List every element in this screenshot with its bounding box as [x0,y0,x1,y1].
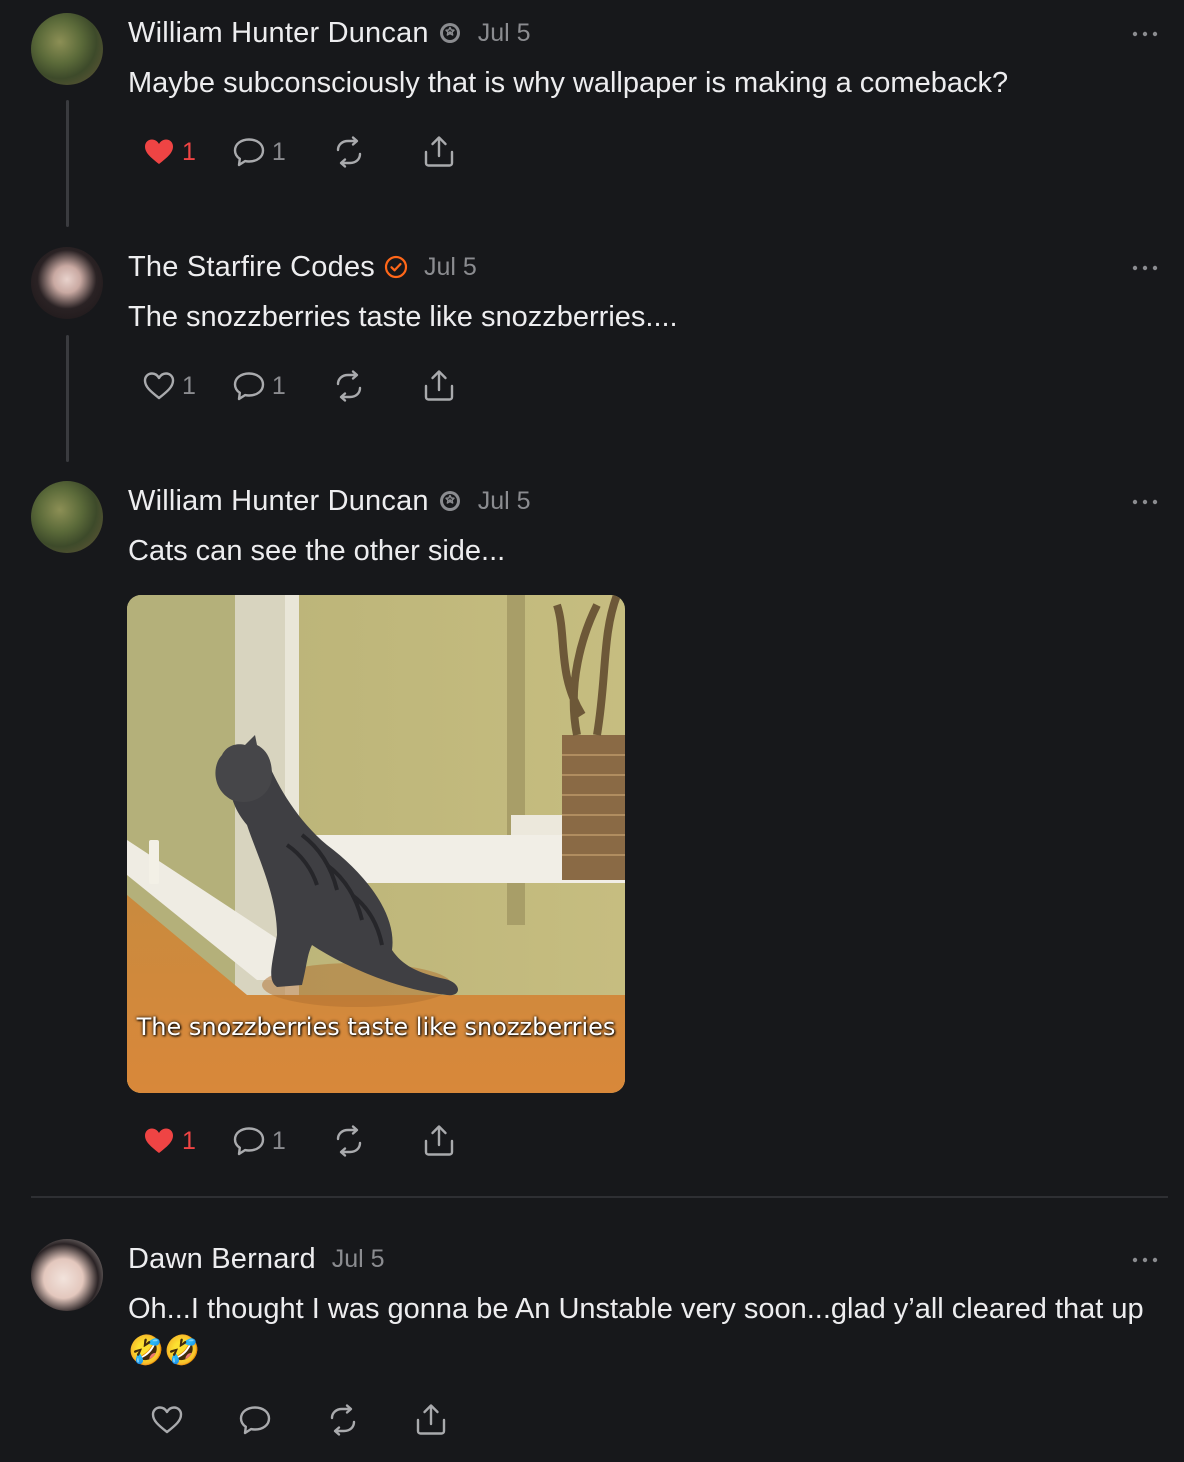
post-header: William Hunter Duncan Jul 5 [128,15,531,51]
like-count: 1 [182,137,196,166]
comment-bubble-icon [230,1122,268,1160]
heart-icon [140,133,178,171]
post-header: William Hunter Duncan Jul 5 [128,483,531,519]
verified-check-icon [384,255,408,279]
post-header: Dawn Bernard Jul 5 [128,1241,385,1277]
comment-button[interactable]: 1 [230,1122,286,1160]
more-options-icon[interactable] [1130,497,1160,507]
comment-count: 1 [271,371,286,400]
like-button[interactable]: 1 [140,1122,196,1160]
restack-icon [330,133,368,171]
author-name[interactable]: Dawn Bernard [128,1243,316,1276]
post-actions: 1 1 [140,132,492,172]
comment-button[interactable]: 1 [230,133,286,171]
share-icon [420,1122,458,1160]
gear-badge-icon [438,21,462,45]
comment-count: 1 [271,1126,286,1155]
post-actions: 1 1 [140,1121,492,1161]
share-button[interactable] [420,1122,458,1160]
heart-icon [148,1401,186,1439]
like-button[interactable]: 1 [140,367,196,405]
restack-icon [330,1122,368,1160]
heart-icon [140,1122,178,1160]
comment-bubble-icon [230,133,268,171]
heart-icon [140,367,178,405]
post-text: Cats can see the other side... [128,535,506,567]
post-actions: 1 1 [140,366,492,406]
post-date[interactable]: Jul 5 [424,253,477,282]
avatar[interactable] [31,1239,103,1311]
author-name[interactable]: William Hunter Duncan [128,485,429,518]
share-icon [412,1401,450,1439]
comment-button[interactable] [236,1401,274,1439]
more-options-icon[interactable] [1130,1255,1160,1265]
like-count: 1 [182,1126,196,1155]
restack-button[interactable] [330,1122,368,1160]
restack-button[interactable] [324,1401,362,1439]
share-icon [420,367,458,405]
thread-line [66,335,69,462]
restack-button[interactable] [330,133,368,171]
like-count: 1 [182,371,196,400]
author-name[interactable]: William Hunter Duncan [128,17,429,50]
post-header: The Starfire Codes Jul 5 [128,249,477,285]
like-button[interactable]: 1 [140,133,196,171]
share-icon [420,133,458,171]
avatar[interactable] [31,247,103,319]
comment-bubble-icon [236,1401,274,1439]
like-button[interactable] [148,1401,186,1439]
post-image-gif[interactable]: The snozzberries taste like snozzberries [127,595,625,1093]
post-actions [148,1400,484,1440]
restack-icon [324,1401,362,1439]
post-text: The snozzberries taste like snozzberries… [128,301,678,333]
post-text: Maybe subconsciously that is why wallpap… [128,67,1009,99]
share-button[interactable] [420,367,458,405]
share-button[interactable] [420,133,458,171]
gear-badge-icon [438,489,462,513]
comment-button[interactable]: 1 [230,367,286,405]
comment-count: 1 [271,137,286,166]
author-name[interactable]: The Starfire Codes [128,251,375,284]
post-text: Oh...I thought I was gonna be An Unstabl… [128,1293,1144,1367]
post-date[interactable]: Jul 5 [478,19,531,48]
divider [31,1196,1168,1198]
restack-icon [330,367,368,405]
avatar[interactable] [31,13,103,85]
post-date[interactable]: Jul 5 [332,1245,385,1274]
more-options-icon[interactable] [1130,263,1160,273]
share-button[interactable] [412,1401,450,1439]
image-caption: The snozzberries taste like snozzberries [136,1013,616,1041]
more-options-icon[interactable] [1130,29,1160,39]
post-date[interactable]: Jul 5 [478,487,531,516]
thread-line [66,100,69,227]
restack-button[interactable] [330,367,368,405]
comment-bubble-icon [230,367,268,405]
avatar[interactable] [31,481,103,553]
